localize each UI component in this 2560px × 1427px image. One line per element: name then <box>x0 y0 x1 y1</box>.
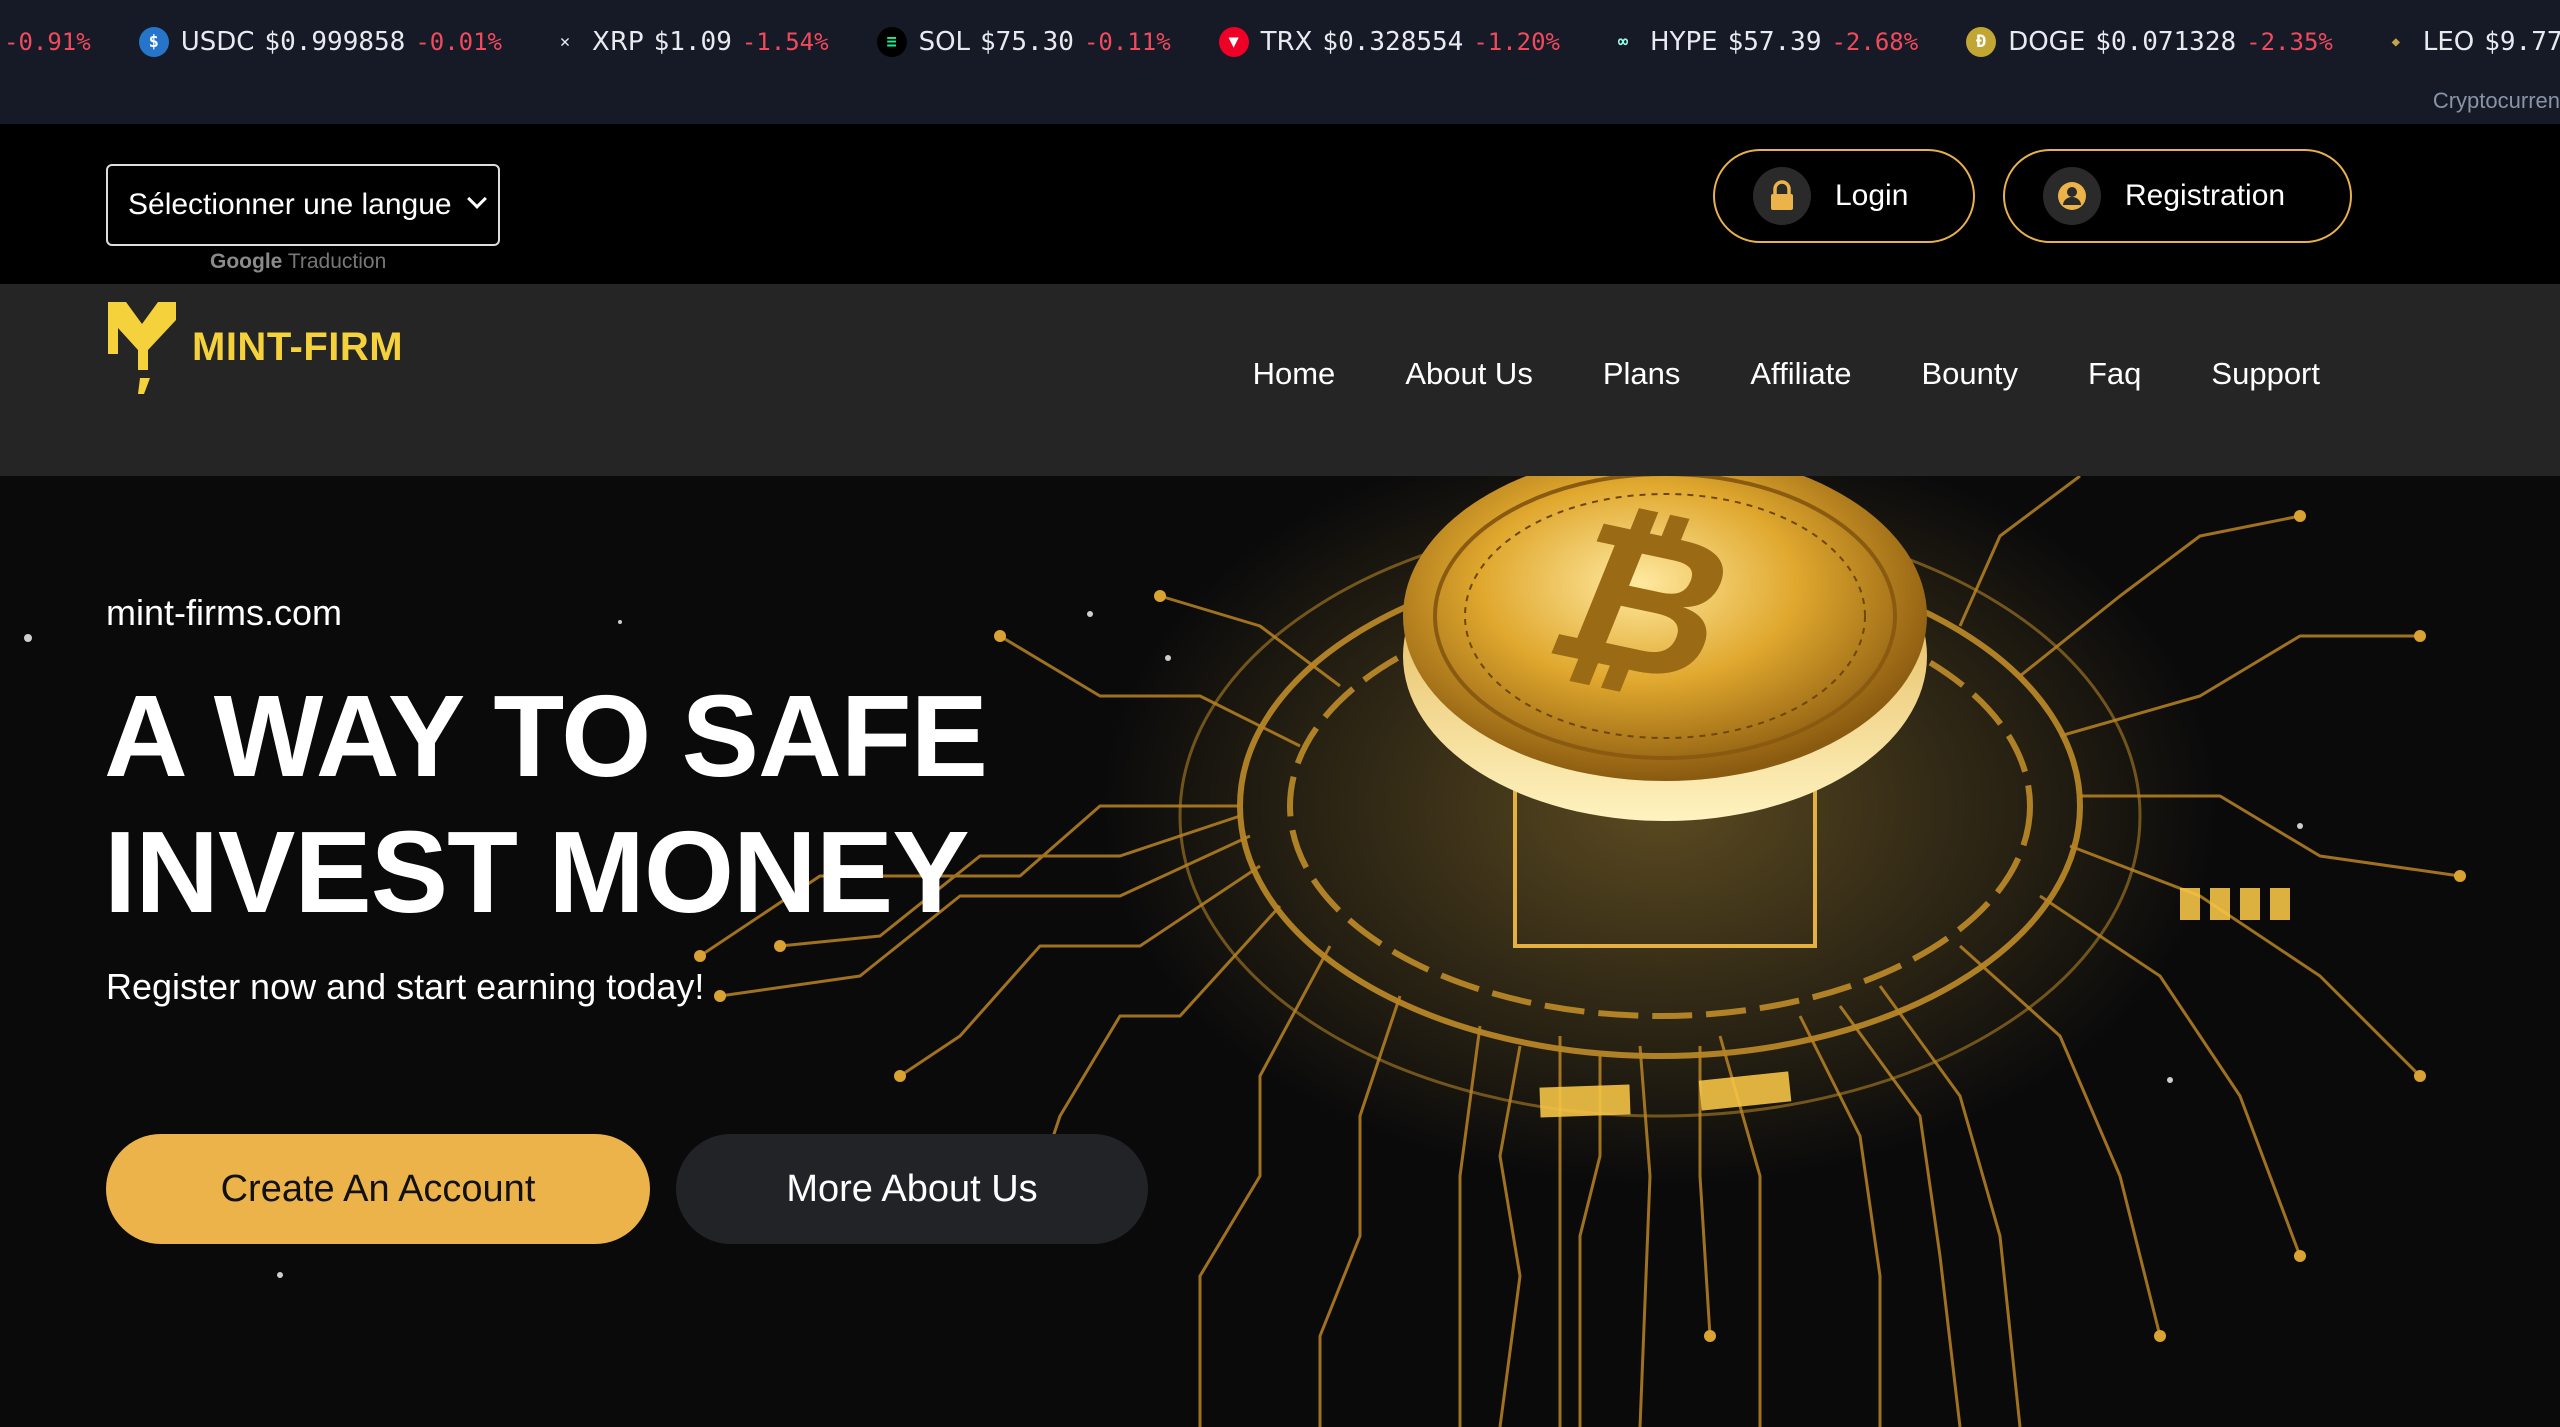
ticker-symbol: USDC <box>180 27 255 57</box>
brand-name: MINT-FIRM <box>192 324 404 369</box>
login-label: Login <box>1835 179 1909 212</box>
ticker-change: -2.68% <box>1831 28 1919 56</box>
ticker-symbol: SOL <box>918 27 971 57</box>
ticker-price: $0.999858 <box>264 27 406 57</box>
leo-icon: ◆ <box>2391 34 2401 50</box>
hype-icon: ∞ <box>1617 32 1629 52</box>
ticker-price: $9.77 <box>2484 27 2560 57</box>
ticker-price: $0.328554 <box>1322 27 1464 57</box>
ticker-change: -0.01% <box>415 28 503 56</box>
ticker-price: $57.39 <box>1727 27 1822 57</box>
ticker-caption[interactable]: Cryptocurren <box>2433 88 2560 114</box>
ticker-item[interactable]: $ USDC $0.999858 -0.01% <box>138 27 503 57</box>
nav-item-plans[interactable]: Plans <box>1603 356 1681 392</box>
ticker-symbol: HYPE <box>1650 27 1718 57</box>
translate-credit-text: Traduction <box>287 250 387 273</box>
ticker-price: $0.071328 <box>2095 27 2237 57</box>
nav-item-support[interactable]: Support <box>2211 356 2320 392</box>
ticker-item[interactable]: ▼ TRX $0.328554 -1.20% <box>1218 27 1561 57</box>
login-button[interactable]: Login <box>1713 149 1975 243</box>
ticker-item[interactable]: -0.91% <box>0 28 91 56</box>
hero-headline: A WAY TO SAFE INVEST MONEY <box>104 668 988 940</box>
ticker-symbol: DOGE <box>2008 27 2086 57</box>
brand-logo[interactable]: MINT-FIRM <box>104 298 403 396</box>
ticker-row: -0.91% $ USDC $0.999858 -0.01% ✕ XRP $1.09 -1.54… <box>0 22 2560 62</box>
bitcoin-circuit-illustration: ₿ <box>24 476 2466 1427</box>
language-select-label: Sélectionner une langue <box>128 188 452 221</box>
xrp-icon: ✕ <box>559 32 571 52</box>
usdc-icon: $ <box>138 27 169 57</box>
more-about-us-button[interactable]: More About Us <box>676 1134 1148 1244</box>
ticker-price: $1.09 <box>653 27 732 57</box>
ticker-price: $75.30 <box>980 27 1074 57</box>
site-domain: mint-firms.com <box>106 592 342 633</box>
google-translate-credit[interactable]: Google Traduction <box>210 250 386 274</box>
ticker-item[interactable]: ✕ XRP $1.09 -1.54% <box>550 27 829 57</box>
language-select[interactable]: Sélectionner une langue <box>106 164 500 246</box>
doge-icon: Ð <box>1966 27 1997 57</box>
nav-item-about-us[interactable]: About Us <box>1405 356 1533 392</box>
lock-icon <box>1753 167 1811 225</box>
ticker-symbol: TRX <box>1260 27 1313 57</box>
ticker-item[interactable]: ◆LEO$9.77+ <box>2381 27 2560 57</box>
ticker-change: -2.35% <box>2246 28 2333 56</box>
nav-menu: Home About Us Plans Affiliate Bounty Faq… <box>1183 356 2320 392</box>
registration-button[interactable]: Registration <box>2003 149 2352 243</box>
mint-firm-logo-icon <box>108 302 176 394</box>
ticker-change: -1.54% <box>741 28 829 56</box>
headline-line-2: INVEST MONEY <box>104 807 970 937</box>
crypto-ticker-bar: -0.91% $ USDC $0.999858 -0.01% ✕ XRP $1.09 -1.54… <box>0 0 2560 124</box>
create-account-button[interactable]: Create An Account <box>106 1134 650 1244</box>
nav-item-affiliate[interactable]: Affiliate <box>1750 356 1851 392</box>
ticker-symbol: XRP <box>592 27 644 57</box>
ticker-symbol: LEO <box>2422 27 2475 57</box>
user-icon <box>2043 167 2101 225</box>
ticker-item[interactable]: ≡ SOL $75.30 -0.11% <box>876 27 1171 57</box>
nav-item-faq[interactable]: Faq <box>2088 356 2141 392</box>
ticker-item[interactable]: ∞ HYPE $57.39 -2.68% <box>1608 27 1918 57</box>
nav-item-bounty[interactable]: Bounty <box>1921 356 2018 392</box>
hero-subtitle: Register now and start earning today! <box>106 966 705 1007</box>
ticker-change: -1.20% <box>1473 28 1561 56</box>
registration-label: Registration <box>2125 179 2286 212</box>
ticker-item[interactable]: Ð DOGE $0.071328 -2.35% <box>1966 27 2333 57</box>
chevron-down-icon <box>467 189 487 209</box>
nav-item-home[interactable]: Home <box>1253 356 1336 392</box>
ticker-change: -0.91% <box>4 28 91 56</box>
headline-line-1: A WAY TO SAFE <box>104 671 988 801</box>
trx-icon: ▼ <box>1218 27 1249 57</box>
ticker-change: -0.11% <box>1083 28 1171 56</box>
google-logo: Google <box>210 250 283 273</box>
sol-icon: ≡ <box>876 27 907 57</box>
